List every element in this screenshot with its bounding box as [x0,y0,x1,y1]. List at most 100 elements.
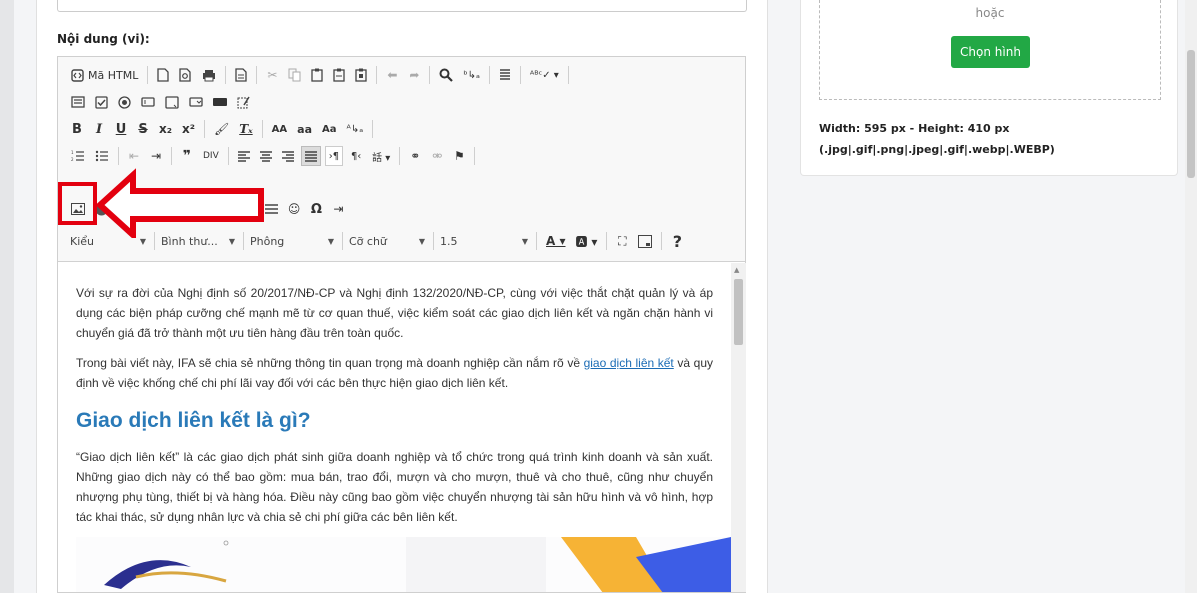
anchor-button[interactable]: ⚑ [450,146,468,166]
uppercase-button[interactable]: AA [269,119,290,139]
new-page-icon [157,68,169,82]
choose-image-button[interactable]: Chọn hình [951,36,1030,68]
show-blocks-button[interactable] [635,231,655,251]
subscript-button[interactable]: x₂ [156,119,175,139]
align-left-button[interactable] [235,146,253,166]
find-button[interactable] [436,65,456,85]
text-color-button[interactable]: A ▾ [543,231,569,251]
editor-scroll-thumb[interactable] [734,279,743,345]
toolbar-separator [147,66,149,84]
transform-case-button[interactable]: ᴬ↳ₐ [344,119,367,139]
or-text: hoặc [975,6,1005,20]
related-transactions-link[interactable]: giao dịch liên kết [584,356,674,370]
remove-format-button[interactable]: Tₓ [236,119,255,139]
editor-content-area[interactable]: Với sự ra đời của Nghị định số 20/2017/N… [58,263,731,592]
clear-format-icon: Tₓ [239,122,253,136]
page-break-button[interactable]: ⇥ [329,199,347,219]
page-scroll-thumb[interactable] [1187,50,1195,178]
form-icon [71,96,85,108]
article-image [76,537,731,592]
article-paragraph-1: Với sự ra đời của Nghị định số 20/2017/N… [76,286,713,340]
special-char-button[interactable]: Ω [307,199,325,219]
checkbox-button[interactable] [92,92,111,112]
svg-text:2: 2 [71,157,74,162]
strikethrough-button[interactable]: S [134,119,152,139]
image-dropzone[interactable]: hoặc Chọn hình [819,0,1161,100]
unlink-button[interactable]: ⚮ [428,146,446,166]
spellcheck-button[interactable]: ᴬᴮᶜ✓ ▾ [527,65,562,85]
numbered-list-button[interactable]: 12 [68,146,88,166]
indent-button[interactable]: ⇥ [147,146,165,166]
page-scrollbar[interactable] [1185,0,1197,593]
chevron-down-icon: ▼ [418,236,425,246]
toolbar-separator [227,147,229,165]
copy-button[interactable] [285,65,304,85]
bulleted-list-button[interactable] [92,146,112,166]
align-left-icon [237,150,250,162]
cut-button[interactable]: ✂ [263,65,281,85]
form-button[interactable] [68,92,88,112]
preview-button[interactable] [176,65,195,85]
italic-button[interactable]: I [90,119,108,139]
select-button[interactable] [186,92,206,112]
textarea-button[interactable] [162,92,182,112]
button-tool[interactable] [210,92,230,112]
underline-button[interactable]: U [112,119,130,139]
smiley-button[interactable]: ☺ [285,199,304,219]
superscript-button[interactable]: x² [179,119,198,139]
align-center-button[interactable] [257,146,275,166]
hidden-field-button[interactable] [234,92,253,112]
textfield-button[interactable] [138,92,158,112]
outdent-button[interactable]: ⇤ [125,146,143,166]
div-container-button[interactable]: DIV [200,146,222,166]
select-all-button[interactable] [496,65,514,85]
print-icon [203,69,216,81]
align-right-button[interactable] [279,146,297,166]
align-justify-button[interactable] [300,146,321,166]
toolbar-separator [372,120,374,138]
rtl-button[interactable]: ¶‹ [347,146,365,166]
toolbar-separator [376,66,378,84]
scroll-up-arrow-icon[interactable]: ▲ [734,266,739,274]
textarea-icon [165,95,179,109]
font-size-dropdown[interactable]: Cỡ chữ ▼ [349,230,431,252]
toolbar-separator [204,120,205,138]
copy-format-button[interactable]: 🖌 [211,119,232,139]
paste-word-button[interactable] [352,65,370,85]
new-page-button[interactable] [154,65,172,85]
paste-button[interactable] [308,65,326,85]
help-button[interactable]: ? [668,231,686,251]
image-button-highlight [58,182,97,225]
page-break-icon: ⇥ [333,202,344,216]
undo-button[interactable]: ⬅ [383,65,401,85]
toolbar-separator [118,147,119,165]
toolbar-separator [171,147,172,165]
link-button[interactable]: ⚭ [406,146,424,166]
templates-button[interactable] [232,65,250,85]
source-html-button[interactable]: Mã HTML [68,65,141,85]
redo-button[interactable]: ➦ [405,65,423,85]
button-icon [213,98,227,106]
styles-dropdown-label: Kiểu [70,234,95,248]
lowercase-button[interactable]: aa [294,119,315,139]
previous-textarea[interactable] [57,0,747,12]
ltr-button[interactable]: ›¶ [324,146,344,166]
bg-color-button[interactable]: 🅰 ▾ [573,231,601,251]
case-transform-icon: ᴬ↳ₐ [346,123,364,135]
toolbar-separator [606,232,608,250]
titlecase-button[interactable]: Aa [319,119,340,139]
line-height-dropdown[interactable]: 1.5 ▼ [440,230,534,252]
maximize-button[interactable]: ⛶ [613,231,631,251]
language-button[interactable]: 話 ▾ [369,146,393,166]
blockquote-button[interactable]: ❞ [178,146,196,166]
replace-button[interactable]: ᵇ↳ₐ [460,65,483,85]
left-gutter [0,0,14,593]
paste-text-button[interactable] [330,65,348,85]
undo-icon: ⬅ [387,68,398,82]
radio-button-tool[interactable] [115,92,134,112]
bold-button[interactable]: B [68,119,86,139]
article-heading: Giao dịch liên kết là gì? [76,409,311,432]
red-arrow-annotation [95,168,264,238]
print-button[interactable] [199,65,219,85]
editor-scrollbar[interactable]: ▲ [731,263,746,592]
